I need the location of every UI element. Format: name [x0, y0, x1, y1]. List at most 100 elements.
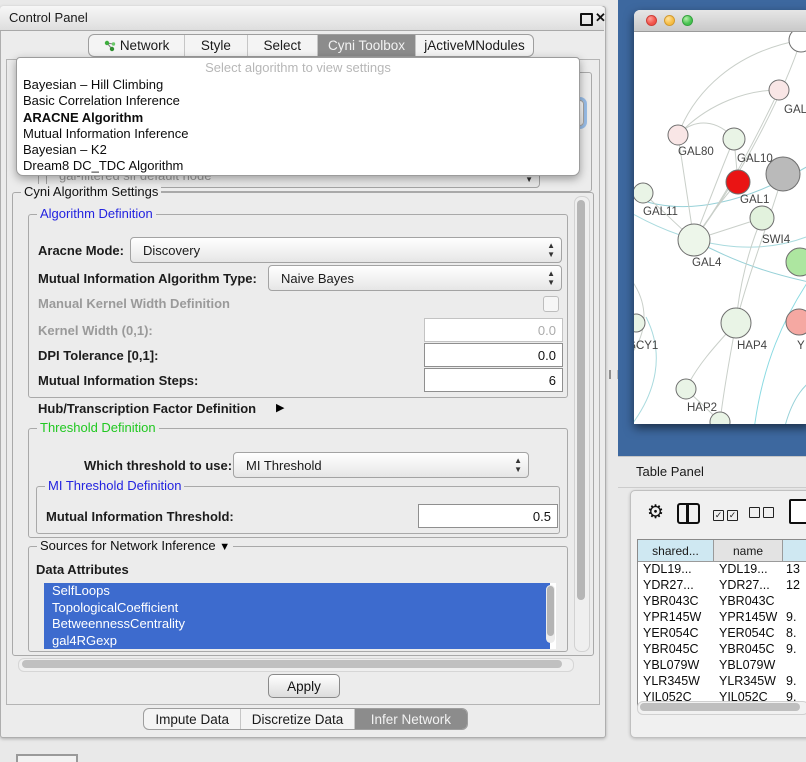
combo-arrows-icon: ▲▼: [547, 241, 555, 259]
expand-triangle-icon[interactable]: ▶: [276, 401, 284, 414]
show-checked-columns-icon[interactable]: ✓✓: [713, 506, 741, 521]
attribute-item-selected[interactable]: BetweennessCentrality: [44, 616, 550, 633]
mi-steps-label: Mutual Information Steps:: [38, 373, 198, 388]
kernel-width-field[interactable]: 0.0: [424, 318, 563, 342]
network-node-gcy1[interactable]: [634, 314, 645, 332]
minimize-traffic-light-icon[interactable]: [664, 15, 675, 26]
table-row[interactable]: YLR345W YLR345W 9.: [638, 674, 806, 690]
node-attribute-table: shared... name YDL19... YDL19... 13 YDR2…: [637, 539, 806, 707]
collapsed-panel-stub[interactable]: [16, 754, 78, 762]
attributes-scrollbar[interactable]: [546, 585, 555, 643]
scrollbar-thumb[interactable]: [22, 660, 562, 668]
network-nodes: [634, 32, 806, 424]
table-horizontal-scrollbar[interactable]: [637, 701, 806, 715]
network-node-gal80[interactable]: [668, 125, 688, 145]
cell: YPR145W: [714, 610, 783, 626]
network-node[interactable]: [769, 80, 789, 100]
column-header-clipped[interactable]: [783, 540, 806, 561]
collapse-triangle-icon[interactable]: ▼: [219, 541, 230, 553]
network-node-gal11[interactable]: [634, 183, 653, 203]
manual-kernel-checkbox[interactable]: [543, 296, 559, 312]
mi-steps-field[interactable]: 6: [424, 368, 563, 392]
scrollbar-thumb[interactable]: [577, 200, 585, 600]
column-header-shared-name[interactable]: shared...: [638, 540, 714, 561]
float-window-icon[interactable]: [580, 13, 593, 26]
cell: YLR345W: [714, 674, 783, 690]
cell: YDL19...: [714, 562, 783, 578]
algorithm-option[interactable]: Bayesian – Hill Climbing: [17, 77, 579, 93]
tab-jactivemnodules[interactable]: jActiveMNodules: [415, 35, 533, 56]
table-row[interactable]: YBL079W YBL079W: [638, 658, 806, 674]
cell: YER054C: [714, 626, 783, 642]
table-row[interactable]: YBR043C YBR043C: [638, 594, 806, 610]
tab-discretize-data[interactable]: Discretize Data: [240, 709, 353, 729]
algorithm-option[interactable]: Dream8 DC_TDC Algorithm: [17, 158, 579, 174]
algorithm-option-selected[interactable]: ARACNE Algorithm: [17, 110, 579, 126]
group-title: Algorithm Definition: [37, 206, 156, 221]
node-label: GAL: [784, 104, 806, 116]
network-node[interactable]: [750, 206, 774, 230]
network-node-hap2[interactable]: [676, 379, 696, 399]
attribute-item-selected[interactable]: SelfLoops: [44, 583, 550, 600]
tab-cyni-toolbox[interactable]: Cyni Toolbox: [317, 35, 415, 56]
cell: [783, 594, 806, 610]
kernel-width-value: 0.0: [538, 323, 556, 338]
apply-button[interactable]: Apply: [268, 674, 340, 698]
settings-horizontal-scrollbar[interactable]: [18, 658, 574, 672]
tab-impute-data[interactable]: Impute Data: [144, 709, 240, 729]
network-node[interactable]: [789, 32, 806, 52]
close-window-icon[interactable]: ✕: [595, 10, 606, 26]
gear-icon[interactable]: ⚙: [647, 501, 664, 524]
cell: 8.: [783, 626, 806, 642]
mi-type-combo[interactable]: Naive Bayes ▲▼: [268, 265, 562, 291]
attribute-item-selected[interactable]: gal4RGexp: [44, 633, 550, 650]
network-node-gal4[interactable]: [678, 224, 710, 256]
cell: YDL19...: [638, 562, 714, 578]
control-panel-titlebar[interactable]: Control Panel ✕: [0, 6, 604, 31]
tab-select[interactable]: Select: [247, 35, 317, 56]
algorithm-option[interactable]: Mutual Information Inference: [17, 126, 579, 142]
hide-columns-icon[interactable]: [749, 506, 777, 521]
window-title: Control Panel: [9, 10, 88, 25]
cell: YPR145W: [638, 610, 714, 626]
group-title: Threshold Definition: [37, 420, 159, 435]
algorithm-option[interactable]: Bayesian – K2: [17, 142, 579, 158]
columns-icon[interactable]: [677, 503, 700, 524]
data-attributes-list[interactable]: SelfLoops TopologicalCoefficient Between…: [44, 583, 556, 649]
table-panel-titlebar[interactable]: Table Panel: [618, 456, 806, 488]
tab-label: Infer Network: [371, 712, 451, 727]
table-row[interactable]: YBR045C YBR045C 9.: [638, 642, 806, 658]
mi-threshold-field[interactable]: 0.5: [418, 504, 558, 528]
tab-infer-network[interactable]: Infer Network: [354, 709, 467, 729]
attribute-item-selected[interactable]: TopologicalCoefficient: [44, 600, 550, 617]
algorithm-dropdown-popup: Select algorithm to view settings Bayesi…: [16, 57, 580, 176]
network-canvas[interactable]: GAL GAL80 GAL10 GAL1 GAL11 SWI4 GAL4 GCY…: [634, 32, 806, 424]
network-node-hap4[interactable]: [721, 308, 751, 338]
node-label: HAP2: [687, 402, 717, 414]
algorithm-option[interactable]: Basic Correlation Inference: [17, 93, 579, 109]
network-node-gal1-selected[interactable]: [726, 170, 750, 194]
zoom-traffic-light-icon[interactable]: [682, 15, 693, 26]
network-node-gal10[interactable]: [723, 128, 745, 150]
aracne-mode-combo[interactable]: Discovery ▲▼: [130, 237, 562, 263]
network-window-titlebar[interactable]: [634, 10, 806, 32]
document-icon[interactable]: [789, 499, 806, 524]
tab-style[interactable]: Style: [184, 35, 246, 56]
network-node-swi4[interactable]: [786, 248, 806, 276]
which-threshold-combo[interactable]: MI Threshold ▲▼: [233, 452, 529, 478]
scrollbar-thumb[interactable]: [640, 703, 800, 711]
close-traffic-light-icon[interactable]: [646, 15, 657, 26]
table-row[interactable]: YER054C YER054C 8.: [638, 626, 806, 642]
aracne-mode-label: Aracne Mode:: [38, 243, 124, 258]
table-row[interactable]: YDR27... YDR27... 12: [638, 578, 806, 594]
tab-network[interactable]: Network: [89, 35, 184, 56]
column-header-name[interactable]: name: [714, 540, 783, 561]
table-row[interactable]: YPR145W YPR145W 9.: [638, 610, 806, 626]
settings-vertical-scrollbar[interactable]: [574, 196, 590, 652]
node-label: GAL1: [740, 194, 769, 206]
tab-label: Cyni Toolbox: [328, 38, 405, 53]
node-label: GAL80: [678, 146, 714, 158]
cell: 9.: [783, 610, 806, 626]
dpi-tolerance-field[interactable]: 0.0: [424, 343, 563, 367]
table-row[interactable]: YDL19... YDL19... 13: [638, 562, 806, 578]
